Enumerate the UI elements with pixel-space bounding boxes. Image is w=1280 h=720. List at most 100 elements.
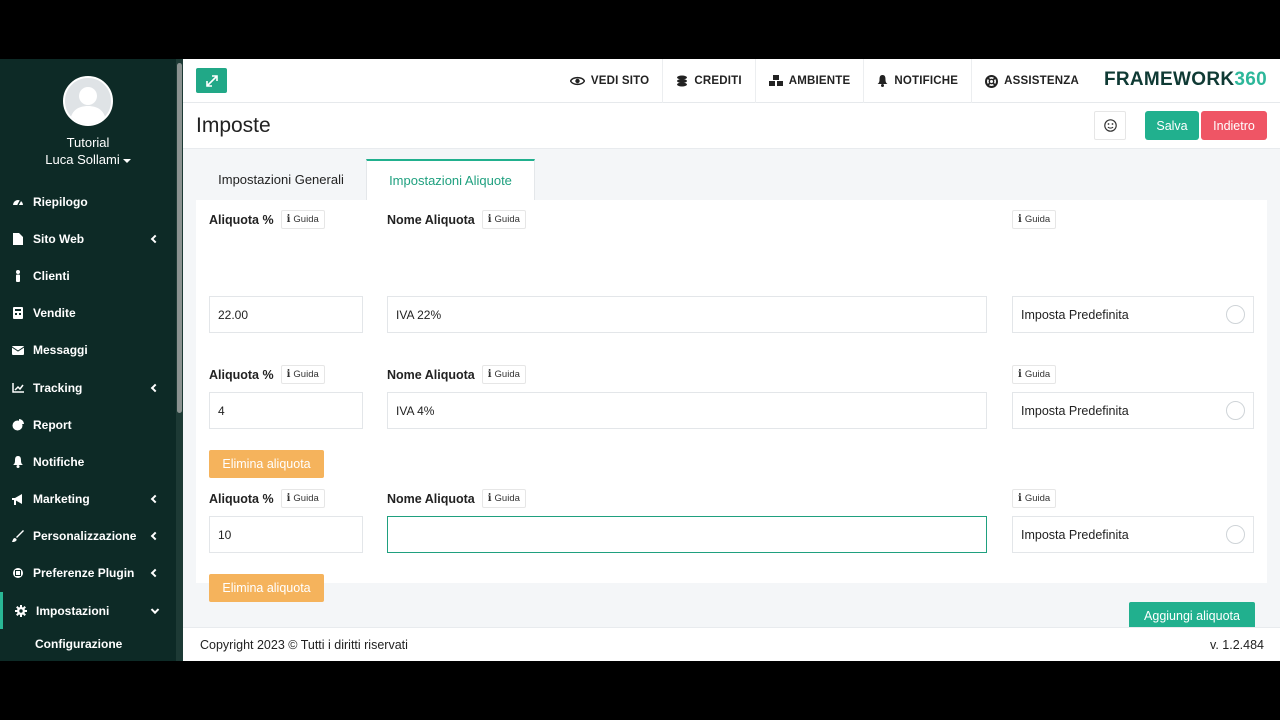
page-title: Imposte xyxy=(196,114,271,137)
default-rate-option[interactable]: Imposta Predefinita xyxy=(1012,296,1254,333)
sidebar-item-report[interactable]: Report xyxy=(0,406,176,443)
sidebar-item-personalizzazione[interactable]: Personalizzazione xyxy=(0,518,176,555)
envelope-icon xyxy=(12,344,24,356)
pie-chart-icon xyxy=(12,418,24,431)
guide-button[interactable]: i Guida xyxy=(481,210,526,229)
sidebar-item-vendite[interactable]: Vendite xyxy=(0,295,176,332)
gear-icon xyxy=(15,604,27,617)
guide-button[interactable]: i Guida xyxy=(1012,365,1057,384)
guide-label: Guida xyxy=(1024,493,1051,504)
guide-label: Guida xyxy=(293,214,319,225)
user-name-dropdown[interactable]: Luca Sollami xyxy=(0,152,176,167)
sidebar-item-preferenze-plugin[interactable]: Preferenze Plugin xyxy=(0,555,176,592)
version-text: v. 1.2.484 xyxy=(1210,638,1264,652)
default-radio[interactable] xyxy=(1226,305,1245,324)
sidebar-item-label: Preferenze Plugin xyxy=(33,566,135,581)
rate-name-input[interactable]: IVA 22% xyxy=(387,296,987,333)
expand-icon xyxy=(205,74,218,87)
notifiche-link[interactable]: NOTIFICHE xyxy=(863,59,971,103)
rate-input[interactable]: 4 xyxy=(209,392,363,429)
delete-rate-button[interactable]: Elimina aliquota xyxy=(209,450,324,478)
sidebar-scrollbar[interactable] xyxy=(176,59,183,661)
sidebar-subitem-configurazione[interactable]: Configurazione xyxy=(0,629,176,659)
guide-button[interactable]: i Guida xyxy=(280,489,325,508)
rate-input[interactable]: 10 xyxy=(209,516,363,553)
sidebar-item-messaggi[interactable]: Messaggi xyxy=(0,332,176,369)
smile-icon xyxy=(1103,119,1117,132)
brand-logo[interactable]: FRAMEWORK360 xyxy=(1104,69,1267,91)
sidebar-item-label: Vendite xyxy=(33,306,76,321)
copyright-text: Copyright 2023 © Tutti i diritti riserva… xyxy=(200,638,408,652)
sidebar-item-notifiche[interactable]: Notifiche xyxy=(0,443,176,480)
default-radio[interactable] xyxy=(1226,401,1245,420)
assistenza-label: ASSISTENZA xyxy=(1004,75,1079,87)
crediti-link[interactable]: CREDITI xyxy=(662,59,754,103)
sidebar-item-clienti[interactable]: Clienti xyxy=(0,257,176,294)
info-icon: i xyxy=(1018,214,1022,225)
sidebar-item-impostazioni[interactable]: Impostazioni xyxy=(0,592,176,630)
calculator-icon xyxy=(12,307,24,320)
rate-label-text: Aliquota % xyxy=(209,212,274,227)
sidebar-item-label: Impostazioni xyxy=(36,603,110,618)
emoji-button[interactable] xyxy=(1094,111,1126,140)
top-nav: VEDI SITO CREDITI AMBIENTE NOTIFICHE ASS… xyxy=(557,59,1092,103)
rate-input[interactable]: 22.00 xyxy=(209,296,363,333)
brand-text: FRAMEWORK xyxy=(1103,69,1235,90)
guide-label: Guida xyxy=(1024,214,1051,225)
ambiente-link[interactable]: AMBIENTE xyxy=(754,59,864,103)
back-button[interactable]: Indietro xyxy=(1201,111,1267,140)
sidebar-item-label: Clienti xyxy=(33,268,70,283)
sidebar-item-sito-web[interactable]: Sito Web xyxy=(0,220,176,257)
sidebar-item-label: Tracking xyxy=(33,380,83,395)
brand-number: 360 xyxy=(1234,69,1267,90)
rate-name-input[interactable]: IVA 4% xyxy=(387,392,987,429)
guide-label: Guida xyxy=(1024,369,1051,380)
rate-name-input[interactable] xyxy=(387,516,987,553)
rate-label-text: Aliquota % xyxy=(209,367,274,382)
rate-label-text: Aliquota % xyxy=(209,491,274,506)
sidebar-scroll-thumb[interactable] xyxy=(177,63,182,413)
guide-label: Guida xyxy=(293,493,319,504)
coins-icon xyxy=(677,75,688,87)
guide-button[interactable]: i Guida xyxy=(280,210,325,229)
user-avatar-icon xyxy=(70,87,106,124)
name-label: Nome Aliquota i Guida xyxy=(387,489,526,508)
save-button[interactable]: Salva xyxy=(1145,111,1199,140)
add-rate-button[interactable]: Aggiungi aliquota xyxy=(1129,602,1255,630)
default-radio[interactable] xyxy=(1226,525,1245,544)
sidebar-item-label: Messaggi xyxy=(33,343,88,358)
sidebar-nav: Riepilogo Sito Web Clienti Vendite Messa… xyxy=(0,183,176,659)
sidebar-item-riepilogo[interactable]: Riepilogo xyxy=(0,183,176,220)
guide-button[interactable]: i Guida xyxy=(1012,489,1057,508)
sidebar-item-marketing[interactable]: Marketing xyxy=(0,481,176,518)
sidebar-item-tracking[interactable]: Tracking xyxy=(0,369,176,406)
guide-button[interactable]: i Guida xyxy=(280,365,325,384)
default-rate-option[interactable]: Imposta Predefinita xyxy=(1012,392,1254,429)
guide-button[interactable]: i Guida xyxy=(481,489,526,508)
default-rate-label: Imposta Predefinita xyxy=(1021,307,1129,322)
vedi-sito-link[interactable]: VEDI SITO xyxy=(557,59,662,103)
app-window: Tutorial Luca Sollami Riepilogo Sito Web… xyxy=(0,59,1280,661)
guide-button[interactable]: i Guida xyxy=(481,365,526,384)
fullscreen-button[interactable] xyxy=(196,68,227,93)
megaphone-icon xyxy=(12,493,24,505)
name-label-text: Nome Aliquota xyxy=(387,212,475,227)
chevron-down-icon xyxy=(150,605,160,614)
ambiente-label: AMBIENTE xyxy=(788,75,851,87)
tab-impostazioni-generali[interactable]: Impostazioni Generali xyxy=(196,159,366,200)
bell-icon xyxy=(12,455,24,468)
notifiche-label: NOTIFICHE xyxy=(894,75,959,87)
guide-button[interactable]: i Guida xyxy=(1012,210,1057,229)
avatar[interactable] xyxy=(63,76,113,126)
rate-label: Aliquota % i Guida xyxy=(209,489,325,508)
delete-rate-button[interactable]: Elimina aliquota xyxy=(209,574,324,602)
chevron-left-icon xyxy=(150,532,160,541)
name-label: Nome Aliquota i Guida xyxy=(387,210,526,229)
default-guide: i Guida xyxy=(1012,365,1057,384)
tab-impostazioni-aliquote[interactable]: Impostazioni Aliquote xyxy=(366,159,535,200)
sidebar-item-label: Personalizzazione xyxy=(33,529,137,544)
assistenza-link[interactable]: ASSISTENZA xyxy=(971,59,1092,103)
default-rate-option[interactable]: Imposta Predefinita xyxy=(1012,516,1254,553)
sidebar-item-label: Sito Web xyxy=(33,231,85,246)
user-role: Tutorial xyxy=(66,135,110,150)
